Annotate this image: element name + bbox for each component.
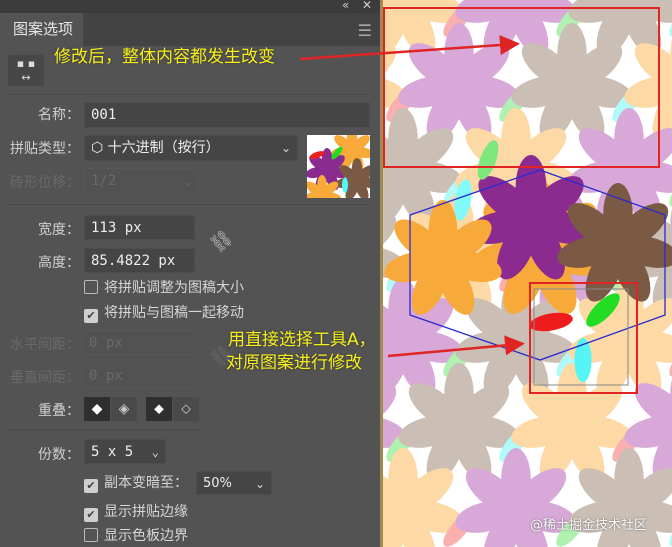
link-proportions-icon[interactable]: ⛓ [206,226,237,257]
tile-type-select[interactable]: ⬡ 十六进制（按行） ⌄ [84,135,298,161]
top-in-front-button[interactable]: ⬥ [146,397,172,421]
show-tile-edge-checkbox[interactable]: ✔ 显示拼贴边缘 [84,503,188,522]
pattern-options-panel: « ✕ 图案选项 ☰ ▪ ▪ ↔ 名称： 001 拼贴类型： ⬡ 十六进制（按行）… [0,0,380,547]
fit-tile-to-art-icon: ▪ ▪ ↔ [16,57,36,84]
copies-select[interactable]: 5 x 5 ⌄ [84,439,166,464]
brick-offset-label: 砖形位移： [10,175,80,191]
dim-copies-checkbox[interactable]: ✔ 副本变暗至： [84,474,188,493]
h-spacing-input[interactable]: 0 px [82,330,195,355]
bottom-in-front-button[interactable]: ⬦ [173,397,199,421]
close-icon[interactable]: ✕ [362,0,372,12]
move-tile-with-art-checkbox[interactable]: ✔ 将拼贴与图稿一起移动 [84,304,244,323]
chevron-down-icon: ⌄ [254,477,265,491]
v-spacing-input[interactable]: 0 px [82,363,195,388]
name-input[interactable]: 001 [84,102,370,128]
pattern-thumbnail [307,135,370,198]
chevron-down-icon: ⌄ [280,141,291,155]
size-tile-to-art-checkbox[interactable]: 将拼贴调整为图稿大小 [84,279,244,297]
annotation-top: 修改后，整体内容都发生改变 [54,47,275,67]
hamburger-icon[interactable]: ☰ [358,21,372,40]
checkbox-label: 副本变暗至： [104,475,188,491]
dim-copies-value: 50% [203,476,232,491]
flower [307,175,342,198]
annotation-bottom-line1: 用直接选择工具A， [228,330,376,350]
brick-offset-value: 1/2 [91,173,117,189]
artboard-canvas[interactable] [383,0,672,547]
tile-type-value: ⬡ 十六进制（按行） [91,140,220,156]
checkbox-label: 将拼贴与图稿一起移动 [104,305,244,321]
copies-label: 份数： [38,447,80,463]
leaf-shape [574,337,592,383]
checkmark-icon: ✔ [84,309,98,323]
name-label: 名称： [38,107,80,123]
tab-bar: 图案选项 ☰ [0,13,380,46]
watermark: @稀土掘金技术社区 [530,518,648,533]
divider [8,204,370,205]
checkbox-label: 显示拼贴边缘 [104,504,188,520]
chevron-down-icon: ⌄ [183,174,191,188]
copies-value: 5 x 5 [91,444,134,460]
leaf-shape [342,177,348,193]
checkmark-icon: ✔ [84,508,98,522]
fit-tile-to-art-button[interactable]: ▪ ▪ ↔ [8,55,44,86]
annotation-bottom-line2: 对原图案进行修改 [226,353,362,373]
tab-pattern-options[interactable]: 图案选项 [0,13,83,46]
panel-titlebar: « ✕ [0,0,380,13]
width-input[interactable]: 113 px [84,215,195,240]
tile-type-label: 拼贴类型： [10,141,80,157]
chevron-down-icon: ⌄ [151,445,159,459]
dim-copies-select[interactable]: 50% ⌄ [196,471,272,495]
right-in-front-button[interactable]: ◈ [111,397,137,421]
divider [8,429,200,430]
checkbox-label: 显示色板边界 [104,528,188,544]
left-in-front-button[interactable]: ◆ [84,397,110,421]
v-spacing-label: 垂直间距： [10,370,80,386]
checkbox-label: 将拼贴调整为图稿大小 [104,280,244,296]
double-chevron-left-icon[interactable]: « [342,0,349,12]
checkbox-unchecked-icon [84,528,98,542]
divider [8,94,370,95]
height-input[interactable]: 85.4822 px [84,248,195,273]
brick-offset-select[interactable]: 1/2 ⌄ [84,168,198,194]
overlap-label: 重叠： [38,403,80,419]
h-spacing-label: 水平间距： [10,337,80,353]
show-swatch-bounds-checkbox[interactable]: 显示色板边界 [84,527,188,545]
checkbox-unchecked-icon [84,280,98,294]
checkmark-icon: ✔ [84,479,98,493]
height-label: 高度： [38,255,80,271]
width-label: 宽度： [38,222,80,238]
